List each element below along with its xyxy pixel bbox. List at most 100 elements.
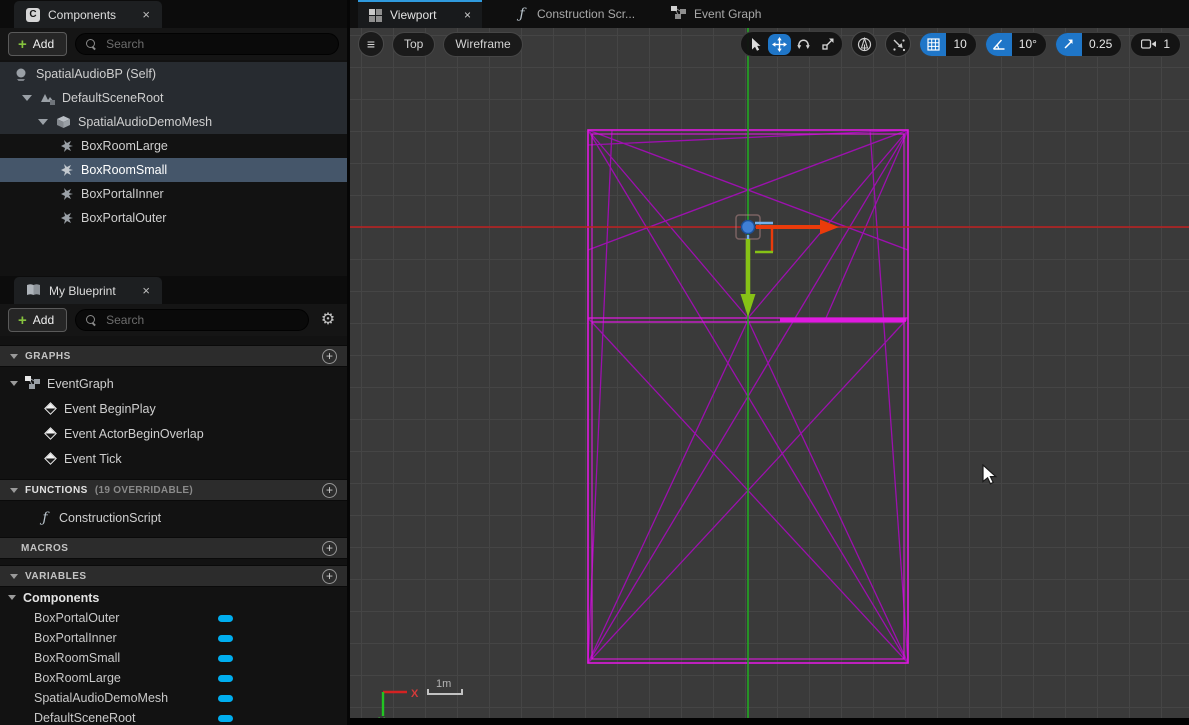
variable-row-boxroomlarge[interactable]: BoxRoomLarge [0,668,347,688]
chevron-down-icon[interactable] [8,595,16,600]
tree-row-boxportalouter[interactable]: BoxPortalOuter [0,206,347,230]
grid-snap-icon [920,32,947,56]
tab-components[interactable]: C Components × [14,1,162,28]
scale-snap-icon [1055,32,1082,56]
close-icon[interactable]: × [464,8,471,22]
surface-snap-icon [893,38,906,51]
chevron-down-icon [10,573,18,579]
event-node-icon [44,402,57,415]
scale-snap-value: 0.25 [1088,37,1113,51]
move-tool-button[interactable] [768,33,792,55]
close-icon[interactable]: × [142,284,150,297]
select-tool-button[interactable] [744,34,767,55]
variable-row-boxroomsmall[interactable]: BoxRoomSmall [0,648,347,668]
render-mode-dropdown[interactable]: Wireframe [443,31,523,57]
tab-my-blueprint[interactable]: My Blueprint × [14,277,162,304]
axis-x-label: X [411,688,419,700]
components-search-input[interactable] [104,36,328,52]
variable-row-boxportalinner[interactable]: BoxPortalInner [0,628,347,648]
viewport-tabbar: Viewport × ƒ Construction Scr... Event G… [350,0,1189,28]
surface-snapping-button[interactable] [885,31,912,57]
add-blueprint-item-button[interactable]: + Add [8,308,68,332]
transform-tool-group [740,31,844,57]
add-graph-button[interactable]: + [322,348,337,364]
event-graph-row[interactable]: EventGraph [0,371,347,396]
tab-construction-script[interactable]: ƒ Construction Scr... [504,0,646,28]
event-actorbeginoverlap-row[interactable]: Event ActorBeginOverlap [0,421,347,446]
rotate-icon [797,39,811,49]
variables-section-header[interactable]: VARIABLES + [0,565,347,587]
tree-row-demo-mesh[interactable]: SpatialAudioDemoMesh [0,110,347,134]
tab-event-graph[interactable]: Event Graph [660,0,772,28]
box-collision-icon [58,138,74,154]
variable-type-pill [218,714,233,722]
event-beginplay-row[interactable]: Event BeginPlay [0,396,347,421]
graphs-section-header[interactable]: GRAPHS + [0,345,347,367]
search-icon [86,314,97,326]
close-icon[interactable]: × [142,8,150,21]
variable-row-spatialaudiodemomesh[interactable]: SpatialAudioDemoMesh [0,688,347,708]
add-variable-button[interactable]: + [322,568,337,584]
add-component-button[interactable]: + Add [8,32,68,56]
translate-gizmo[interactable] [735,214,839,317]
my-blueprint-search-input[interactable] [104,312,298,328]
construction-script-row[interactable]: ƒ ConstructionScript [0,505,347,530]
chevron-down-icon[interactable] [38,119,48,125]
construction-script-label: ConstructionScript [59,510,162,525]
tree-row-boxroomsmall-selected[interactable]: BoxRoomSmall [0,158,347,182]
add-function-button[interactable]: + [322,482,337,498]
tree-row-boxroomlarge[interactable]: BoxRoomLarge [0,134,347,158]
viewport-options-menu-button[interactable]: ≡ [358,31,384,57]
functions-header-suffix: (19 OVERRIDABLE) [94,484,193,496]
book-icon [26,283,41,299]
tree-row-boxportalinner[interactable]: BoxPortalInner [0,182,347,206]
variable-label: BoxRoomLarge [34,671,121,685]
grid-snap-control[interactable]: 10 [919,31,977,57]
world-gimbal-icon [857,36,872,51]
tree-item-label: BoxPortalOuter [81,211,167,225]
rotation-snap-control[interactable]: 10° [984,31,1047,57]
scale-snap-control[interactable]: 0.25 [1054,31,1123,57]
gear-icon[interactable]: ⚙ [317,312,339,328]
rotation-snap-value: 10° [1018,37,1037,51]
left-panel-column: C Components × + Add SpatialAudioBP (Sel… [0,0,347,725]
variable-row-boxportalouter[interactable]: BoxPortalOuter [0,608,347,628]
blueprint-self-icon [13,66,29,82]
components-search[interactable] [75,33,339,55]
variable-row-defaultsceneroot[interactable]: DefaultSceneRoot [0,708,347,725]
chevron-down-icon[interactable] [22,95,32,101]
tab-components-label: Components [48,7,117,22]
variables-category-components[interactable]: Components [0,587,347,608]
variable-type-pill [218,694,233,702]
coordinate-space-toggle-button[interactable] [851,31,878,57]
tree-row-self[interactable]: SpatialAudioBP (Self) [0,62,347,86]
viewport-canvas[interactable]: X Y 1m ≡ Top Wireframe [350,28,1189,725]
add-macro-button[interactable]: + [322,540,337,556]
rotate-tool-button[interactable] [792,34,815,55]
event-graph-icon [25,375,40,392]
scale-ruler-label: 1m [436,678,451,690]
scale-tool-button[interactable] [816,34,839,55]
event-tick-row[interactable]: Event Tick [0,446,347,471]
tree-row-scene-root[interactable]: DefaultSceneRoot [0,86,347,110]
macros-section-header[interactable]: MACROS + [0,537,347,559]
box-collision-icon [58,186,74,202]
tree-item-label: SpatialAudioBP (Self) [36,67,156,81]
view-mode-dropdown[interactable]: Top [392,31,436,57]
my-blueprint-search[interactable] [75,309,309,331]
variable-label: BoxPortalInner [34,631,117,645]
plus-icon: + [18,35,27,53]
chevron-down-icon[interactable] [10,381,18,386]
tab-viewport[interactable]: Viewport × [358,0,482,28]
camera-speed-control[interactable]: 1 [1130,31,1181,57]
scale-icon [822,38,834,50]
viewport-toolbar: ≡ Top Wireframe 10 10° 0.25 1 [358,31,1181,57]
components-toolbar: + Add [0,28,347,60]
functions-section-header[interactable]: FUNCTIONS (19 OVERRIDABLE) + [0,479,347,501]
gizmo-center-handle[interactable] [740,219,756,235]
tree-item-label: BoxRoomLarge [81,139,168,153]
variable-label: DefaultSceneRoot [34,711,136,725]
function-icon: ƒ [519,6,525,22]
macros-header-label: MACROS [21,542,69,554]
camera-icon [1141,39,1157,49]
